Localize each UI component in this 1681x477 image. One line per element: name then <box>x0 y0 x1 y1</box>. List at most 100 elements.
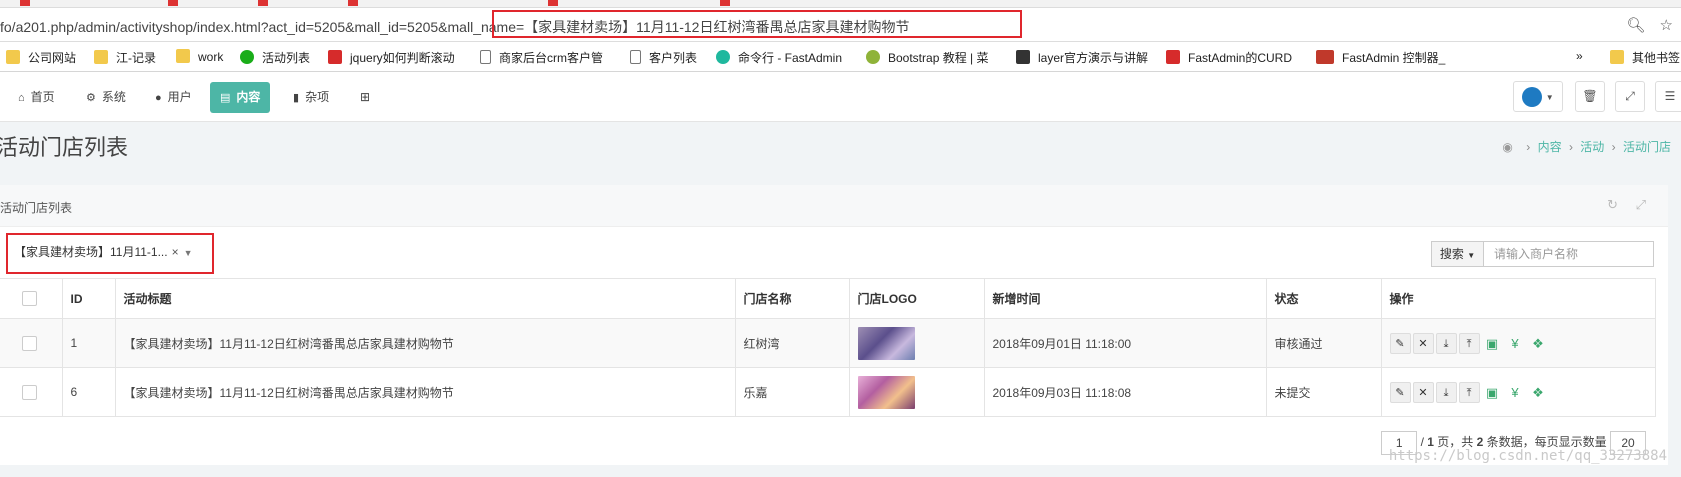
cell-shop: 红树湾 <box>735 318 850 368</box>
folder-icon <box>1610 50 1624 64</box>
green-circle-icon <box>240 50 254 64</box>
table-row[interactable]: 6 【家具建材卖场】11月11-12日红树湾番禺总店家具建材购物节 乐嘉 201… <box>0 367 1656 417</box>
table-row[interactable]: 1 【家具建材卖场】11月11-12日红树湾番禺总店家具建材购物节 红树湾 20… <box>0 318 1656 368</box>
bookmark-item[interactable]: 其他书签 <box>1610 49 1680 66</box>
page-title: 活动门店列表 <box>0 135 129 160</box>
yen-icon[interactable]: ¥ <box>1505 333 1526 354</box>
address-bar[interactable]: fo/a201.php/admin/activityshop/index.htm… <box>0 8 1681 42</box>
bag-icon[interactable]: ▣ <box>1482 333 1503 354</box>
bookmark-item[interactable]: 命令行 - FastAdmin <box>716 49 842 66</box>
gift-icon[interactable]: ❖ <box>1528 333 1549 354</box>
search-dropdown-button[interactable]: 搜索 ▼ <box>1431 241 1484 267</box>
nav-item-system[interactable]: ⚙ 系统 <box>76 82 136 113</box>
folder-icon <box>176 49 190 63</box>
breadcrumb-separator: › <box>1611 140 1616 154</box>
bookmark-star-icon[interactable]: ☆ <box>1660 17 1673 34</box>
nav-item-content[interactable]: ▤ 内容 <box>210 82 271 113</box>
teal-logo-icon <box>716 50 730 64</box>
column-header[interactable]: 门店LOGO <box>849 278 985 319</box>
caret-down-icon[interactable]: ▼ <box>184 248 193 258</box>
red-logo-icon <box>1166 50 1180 64</box>
nav-item-misc[interactable]: ▮ 杂项 <box>283 82 339 113</box>
cell-logo <box>849 367 985 417</box>
nav-item-home[interactable]: ⌂ 首页 <box>8 82 65 113</box>
tab-favicon <box>348 0 358 6</box>
search-input[interactable] <box>1484 241 1654 267</box>
trash-button[interactable]: 🗑︎ <box>1575 81 1605 112</box>
breadcrumb-item[interactable]: 内容 <box>1538 140 1562 154</box>
fullscreen-icon[interactable]: ⤢ <box>1636 197 1646 212</box>
content-header: 活动门店列表 ◉ › 内容 › 活动 › 活动门店 <box>0 122 1681 178</box>
bookmark-item[interactable]: 江-记录 <box>94 49 156 66</box>
page-icon <box>630 50 641 64</box>
row-checkbox[interactable] <box>22 384 37 400</box>
bookmark-item[interactable]: FastAdmin的CURD <box>1166 49 1292 66</box>
nav-item-user[interactable]: ● 用户 <box>145 82 202 113</box>
browser-tab-strip[interactable] <box>0 0 1681 8</box>
zoom-icon[interactable]: 🔍︎ <box>1626 17 1645 34</box>
bookmark-item[interactable]: 公司网站 <box>6 49 76 66</box>
upload-icon[interactable]: ⤒ <box>1458 381 1480 403</box>
page-icon <box>480 50 491 64</box>
column-header[interactable]: 状态 <box>1266 278 1382 319</box>
cell-id: 1 <box>62 318 116 368</box>
fullscreen-button[interactable]: ⤢ <box>1615 81 1645 112</box>
grid-icon: ⊞ <box>360 90 371 104</box>
bookmark-item[interactable]: FastAdmin 控制器_ <box>1316 49 1445 66</box>
column-header[interactable]: 活动标题 <box>115 278 736 319</box>
page-footer-band <box>0 465 1681 477</box>
avatar-dropdown[interactable]: ▼ <box>1513 81 1563 112</box>
delete-icon[interactable]: ✕ <box>1412 332 1434 354</box>
breadcrumb: ◉ › 内容 › 活动 › 活动门店 <box>1502 138 1671 155</box>
bookmark-item[interactable]: 客户列表 <box>630 49 697 66</box>
content-icon: ▤ <box>220 92 231 104</box>
tab-favicon <box>20 0 30 6</box>
bookmark-item[interactable]: Bootstrap 教程 | 菜 <box>866 49 988 66</box>
nav-item-more[interactable]: ⊞ <box>350 82 380 113</box>
tab-favicon <box>548 0 558 6</box>
cell-status: 审核通过 <box>1266 318 1382 368</box>
bag-icon[interactable]: ▣ <box>1482 382 1503 403</box>
column-header[interactable]: 新增时间 <box>984 278 1267 319</box>
bookmarks-overflow-button[interactable]: » <box>1576 49 1583 63</box>
table-header-row: ID 活动标题 门店名称 门店LOGO 新增时间 状态 操作 <box>0 278 1656 319</box>
column-header[interactable]: ID <box>62 278 116 319</box>
row-select-cell <box>0 318 63 368</box>
column-header[interactable]: 门店名称 <box>735 278 850 319</box>
select-all-checkbox[interactable] <box>22 291 37 307</box>
expand-icon: ⤢ <box>1625 89 1635 103</box>
cell-title: 【家具建材卖场】11月11-12日红树湾番禺总店家具建材购物节 <box>115 318 736 368</box>
breadcrumb-item[interactable]: 活动门店 <box>1623 140 1671 154</box>
bookmark-item[interactable]: 商家后台crm客户管 <box>480 49 603 66</box>
trash-icon: 🗑︎ <box>1582 89 1598 103</box>
user-icon: ● <box>155 92 162 104</box>
shop-logo-image[interactable] <box>857 375 915 409</box>
clear-icon[interactable]: × <box>172 245 179 259</box>
address-bar-actions: 🔍︎ ☆ <box>1616 16 1673 34</box>
bookmark-item[interactable]: jquery如何判断滚动 <box>328 49 455 66</box>
upload-icon[interactable]: ⤒ <box>1458 332 1480 354</box>
refresh-icon[interactable]: ↻ <box>1607 197 1618 212</box>
bookmark-item[interactable]: work <box>176 49 223 64</box>
menu-button[interactable]: ☰ <box>1655 81 1681 112</box>
edit-icon[interactable]: ✎ <box>1389 332 1411 354</box>
admin-navbar: ⌂ 首页 ⚙ 系统 ● 用户 ▤ 内容 ▮ 杂项 ⊞ ▼ 🗑︎ ⤢ ☰ <box>0 72 1681 122</box>
cell-time: 2018年09月01日 11:18:00 <box>984 318 1267 368</box>
download-icon[interactable]: ⤓ <box>1435 381 1457 403</box>
breadcrumb-item[interactable]: 活动 <box>1580 140 1604 154</box>
download-icon[interactable]: ⤓ <box>1435 332 1457 354</box>
bookmarks-bar: 公司网站 江-记录 work 活动列表 jquery如何判断滚动 商家后台crm… <box>0 42 1681 72</box>
yen-icon[interactable]: ¥ <box>1505 382 1526 403</box>
bookmark-item[interactable]: layer官方演示与讲解 <box>1016 49 1148 66</box>
gift-icon[interactable]: ❖ <box>1528 382 1549 403</box>
cell-id: 6 <box>62 367 116 417</box>
column-header: 操作 <box>1381 278 1656 319</box>
shop-logo-image[interactable] <box>857 326 915 360</box>
row-checkbox[interactable] <box>22 335 37 351</box>
activity-filter-select[interactable]: 【家具建材卖场】11月11-1... × ▼ <box>14 243 193 260</box>
delete-icon[interactable]: ✕ <box>1412 381 1434 403</box>
breadcrumb-separator: › <box>1568 140 1573 154</box>
folder-icon <box>94 50 108 64</box>
edit-icon[interactable]: ✎ <box>1389 381 1411 403</box>
bookmark-item[interactable]: 活动列表 <box>240 49 310 66</box>
